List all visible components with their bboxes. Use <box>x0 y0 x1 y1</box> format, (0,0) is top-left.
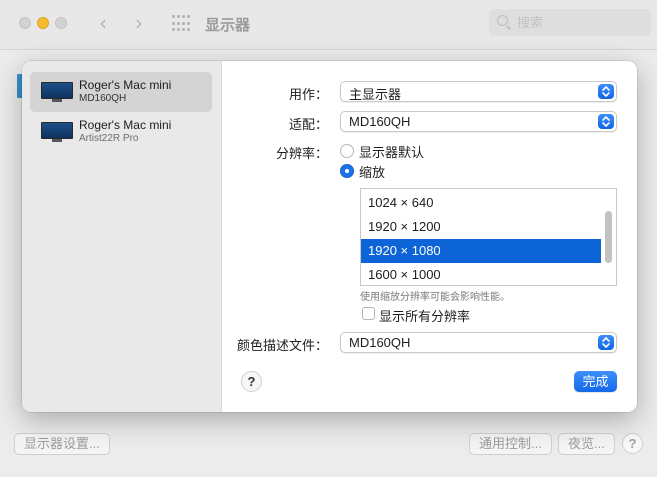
color-profile-value: MD160QH <box>349 335 411 350</box>
use-as-value: 主显示器 <box>349 87 402 102</box>
optimize-for-label: 适配： <box>288 117 328 132</box>
close-window-button[interactable] <box>19 17 31 29</box>
color-profile-popup[interactable]: MD160QH <box>340 332 617 353</box>
search-input[interactable] <box>517 12 642 33</box>
popup-chevron-icon <box>598 114 614 129</box>
resolution-list[interactable]: 1024 × 640 1920 × 1200 1920 × 1080 1600 … <box>360 188 617 286</box>
minimize-window-button[interactable] <box>37 17 49 29</box>
back-arrow-icon[interactable]: ‹ <box>94 12 112 34</box>
resolution-label: 分辨率： <box>275 146 328 161</box>
done-button[interactable]: 完成 <box>574 371 617 392</box>
color-profile-label: 颜色描述文件： <box>236 338 328 353</box>
monitor-icon <box>41 82 73 102</box>
forward-arrow-icon[interactable]: › <box>130 12 148 34</box>
performance-hint: 使用缩放分辨率可能会影响性能。 <box>360 292 510 303</box>
display-settings-sheet: Roger's Mac mini MD160QH Roger's Mac min… <box>22 61 637 412</box>
optimize-for-value: MD160QH <box>349 114 411 129</box>
window-title: 显示器 <box>205 17 251 34</box>
resolution-row[interactable]: 1920 × 1200 <box>361 215 601 239</box>
resolution-row-selected[interactable]: 1920 × 1080 <box>361 239 601 263</box>
show-all-grid-icon[interactable] <box>172 15 190 33</box>
radio-scaled[interactable] <box>340 164 354 178</box>
use-as-popup[interactable]: 主显示器 <box>340 81 617 102</box>
popup-chevron-icon <box>598 84 614 99</box>
search-icon <box>497 15 508 26</box>
display-name: Roger's Mac mini <box>79 78 172 92</box>
resolution-row[interactable]: 1600 × 1000 <box>361 263 601 287</box>
display-model: Artist22R Pro <box>79 133 139 144</box>
popup-chevron-icon <box>598 335 614 350</box>
display-model: MD160QH <box>79 93 127 104</box>
radio-scaled-label: 缩放 <box>359 165 386 180</box>
universal-control-button[interactable]: 通用控制... <box>469 433 552 455</box>
show-all-resolutions-checkbox[interactable] <box>362 307 375 320</box>
scrollbar-thumb[interactable] <box>605 211 612 263</box>
title-bar: ‹ › 显示器 <box>0 0 657 50</box>
use-as-label: 用作： <box>288 87 328 102</box>
search-box[interactable] <box>489 9 651 36</box>
help-button[interactable]: ? <box>241 371 262 392</box>
night-shift-button[interactable]: 夜览... <box>558 433 615 455</box>
resolution-row[interactable]: 1024 × 640 <box>361 191 601 215</box>
resolution-scrollbar[interactable] <box>604 193 613 281</box>
display-settings-button[interactable]: 显示器设置... <box>14 433 110 455</box>
help-button-background[interactable]: ? <box>622 433 643 454</box>
display-item-artist22r-pro[interactable]: Roger's Mac mini Artist22R Pro <box>30 112 212 152</box>
radio-default-for-display[interactable] <box>340 144 354 158</box>
optimize-for-popup[interactable]: MD160QH <box>340 111 617 132</box>
display-name: Roger's Mac mini <box>79 118 172 132</box>
monitor-icon <box>41 122 73 142</box>
radio-default-label: 显示器默认 <box>359 145 425 160</box>
show-all-resolutions-label: 显示所有分辨率 <box>379 309 471 324</box>
display-item-md160qh[interactable]: Roger's Mac mini MD160QH <box>30 72 212 112</box>
display-list-sidebar: Roger's Mac mini MD160QH Roger's Mac min… <box>22 61 222 412</box>
zoom-window-button[interactable] <box>55 17 67 29</box>
